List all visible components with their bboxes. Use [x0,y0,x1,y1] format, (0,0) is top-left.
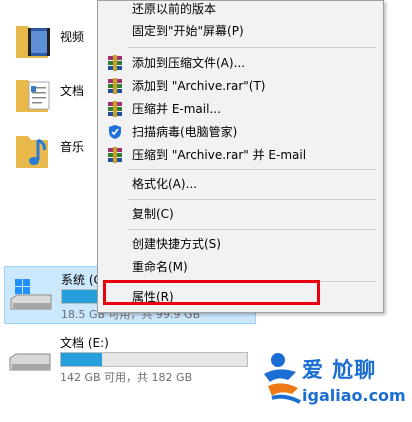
menu-item-compress-to-rar-and-email[interactable]: 压缩到 "Archive.rar" 并 E-mail [98,144,383,166]
winrar-icon [108,78,122,94]
folder-label: 视频 [60,30,85,44]
winrar-icon [108,55,122,71]
menu-item-pin-to-start[interactable]: 固定到"开始"屏幕(P) [98,20,383,42]
winrar-icon [108,101,122,117]
menu-item-label: 还原以前的版本 [132,2,217,16]
menu-separator [128,47,376,48]
folder-videos[interactable]: 视频 [14,18,104,68]
menu-item-scan-virus[interactable]: 扫描病毒(电脑管家) [98,121,383,143]
shield-icon [109,125,121,139]
menu-separator [128,169,376,170]
menu-item-label: 压缩到 "Archive.rar" 并 E-mail [132,148,307,162]
menu-item-label: 添加到 "Archive.rar"(T) [132,79,266,93]
watermark: 爱 尬聊 igaliao.com [258,350,412,422]
drive-free-space: 142 GB 可用，共 182 GB [60,371,193,384]
winrar-icon [108,147,122,163]
watermark-url: igaliao.com [302,386,406,405]
drive-e[interactable]: 文档 (E:) 142 GB 可用，共 182 GB [4,330,254,386]
drive-icon [9,353,51,371]
watermark-logo-icon [264,353,301,404]
menu-item-label: 压缩并 E-mail... [132,102,221,116]
menu-item-label: 扫描病毒(电脑管家) [132,125,238,139]
folder-documents[interactable]: 文档 [14,72,104,122]
menu-item-create-shortcut[interactable]: 创建快捷方式(S) [98,233,383,255]
menu-separator [128,229,376,230]
properties-highlight-box [103,280,320,305]
menu-item-add-to-archive[interactable]: 添加到压缩文件(A)... [98,52,383,74]
drive-name: 文档 (E:) [60,336,109,350]
drive-usage-bar [60,352,248,367]
document-folder-icon [16,80,50,112]
menu-item-rename[interactable]: 重命名(M) [98,256,383,278]
menu-item-label: 固定到"开始"屏幕(P) [132,24,244,38]
system-drive-icon [10,279,52,310]
drive-usage-fill [61,353,102,366]
drive-name: 系统 (C [61,273,102,287]
menu-item-restore-previous-versions[interactable]: 还原以前的版本 [98,0,383,20]
folder-label: 音乐 [60,140,85,154]
menu-item-add-to-archive-rar[interactable]: 添加到 "Archive.rar"(T) [98,75,383,97]
context-menu: 还原以前的版本 固定到"开始"屏幕(P) 添加到压缩文件(A)... 添加到 "… [97,0,384,313]
menu-item-label: 格式化(A)... [132,177,198,191]
menu-separator [128,199,376,200]
menu-item-label: 复制(C) [132,207,174,221]
menu-item-compress-and-email[interactable]: 压缩并 E-mail... [98,98,383,120]
watermark-title: 爱 尬聊 [302,358,377,382]
menu-item-label: 添加到压缩文件(A)... [132,56,246,70]
menu-item-copy[interactable]: 复制(C) [98,203,383,225]
folder-music[interactable]: 音乐 [14,128,104,178]
music-folder-icon [16,136,48,168]
menu-item-format[interactable]: 格式化(A)... [98,173,383,195]
menu-item-label: 重命名(M) [132,260,188,274]
menu-item-label: 创建快捷方式(S) [132,237,221,251]
video-folder-icon [16,26,50,58]
folder-label: 文档 [60,84,85,98]
